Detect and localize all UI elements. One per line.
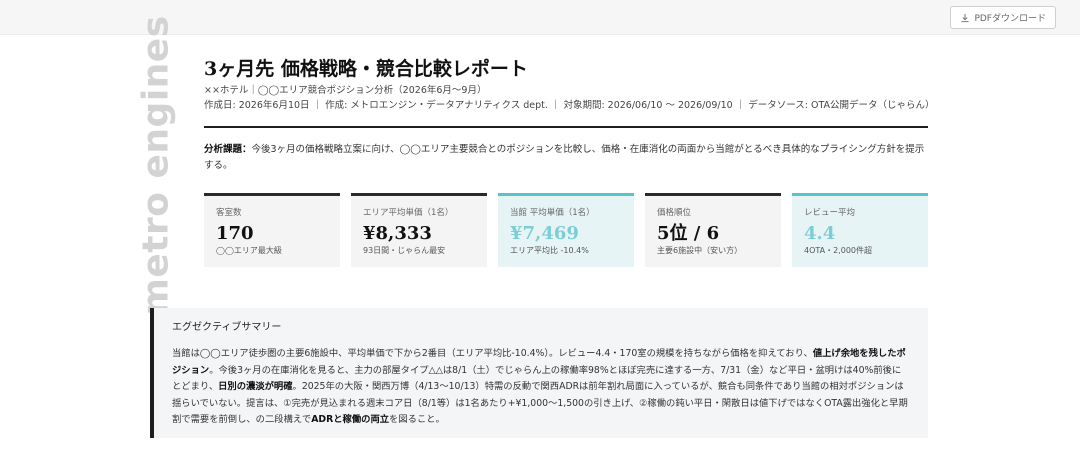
- kpi-label: 価格順位: [657, 208, 692, 218]
- summary-text: 当館は◯◯エリア徒歩圏の主要6施設中、平均単価で下から2番目（エリア平均比-10…: [172, 348, 813, 359]
- kpi-card-own-avg-price: 当館 平均単価（1名） ¥7,469 エリア平均比 -10.4%: [498, 193, 634, 267]
- brand-logo: metro engines: [128, 15, 184, 315]
- kpi-note: 93日間・じゃらん最安: [363, 246, 446, 255]
- kpi-note: ◯◯エリア最大級: [216, 246, 282, 255]
- pdf-download-button[interactable]: PDFダウンロード: [950, 6, 1056, 29]
- kpi-value: 4.4: [804, 223, 836, 244]
- kpi-value: 5位 / 6: [657, 223, 720, 244]
- executive-summary-heading: エグゼクティブサマリー: [172, 322, 282, 333]
- summary-highlight: ADRと稼働の両立: [311, 414, 390, 426]
- kpi-note: 4OTA・2,000件超: [804, 246, 873, 255]
- kpi-note: エリア平均比 -10.4%: [510, 246, 589, 255]
- summary-highlight: 日別の濃淡が明確: [218, 381, 293, 393]
- kpi-card-review-avg: レビュー平均 4.4 4OTA・2,000件超: [792, 193, 928, 267]
- brand-logo-text: metro engines: [135, 14, 177, 316]
- report-title: 3ヶ月先 価格戦略・競合比較レポート: [204, 58, 528, 80]
- kpi-note: 主要6施設中（安い方）: [657, 246, 743, 255]
- kpi-card-area-avg-price: エリア平均単価（1名） ¥8,333 93日間・じゃらん最安: [351, 193, 487, 267]
- analysis-task-label: 分析課題：: [204, 144, 252, 155]
- summary-text: を図ること。: [389, 414, 445, 426]
- report-header: 3ヶ月先 価格戦略・競合比較レポート ××ホテル｜◯◯エリア競合ポジション分析（…: [204, 56, 935, 267]
- kpi-label: 当館 平均単価（1名）: [510, 208, 595, 218]
- analysis-task-text: 今後3ヶ月の価格戦略立案に向け、◯◯エリア主要競合とのポジションを比較し、価格・…: [204, 144, 925, 171]
- kpi-cards: 客室数 170 ◯◯エリア最大級 エリア平均単価（1名） ¥8,333 93日間…: [204, 193, 928, 267]
- report-subtitle: ××ホテル｜◯◯エリア競合ポジション分析（2026年6月〜9月）: [204, 85, 487, 96]
- report-meta: 作成日: 2026年6月10日 ｜ 作成: メトロエンジン・データアナリティクス…: [204, 100, 935, 111]
- header-divider: [204, 126, 928, 128]
- kpi-card-price-rank: 価格順位 5位 / 6 主要6施設中（安い方）: [645, 193, 781, 267]
- kpi-label: レビュー平均: [804, 208, 856, 218]
- kpi-label: 客室数: [216, 208, 242, 218]
- kpi-value: ¥8,333: [363, 223, 432, 244]
- analysis-task: 分析課題：今後3ヶ月の価格戦略立案に向け、◯◯エリア主要競合とのポジションを比較…: [204, 142, 928, 173]
- kpi-card-rooms: 客室数 170 ◯◯エリア最大級: [204, 193, 340, 267]
- kpi-label: エリア平均単価（1名）: [363, 208, 454, 218]
- kpi-value: 170: [216, 223, 254, 244]
- pdf-download-label: PDFダウンロード: [974, 14, 1046, 24]
- executive-summary: エグゼクティブサマリー 当館は◯◯エリア徒歩圏の主要6施設中、平均単価で下から2…: [150, 308, 928, 438]
- download-icon: [961, 13, 969, 22]
- kpi-value: ¥7,469: [510, 223, 579, 244]
- executive-summary-body: 当館は◯◯エリア徒歩圏の主要6施設中、平均単価で下から2番目（エリア平均比-10…: [172, 346, 910, 429]
